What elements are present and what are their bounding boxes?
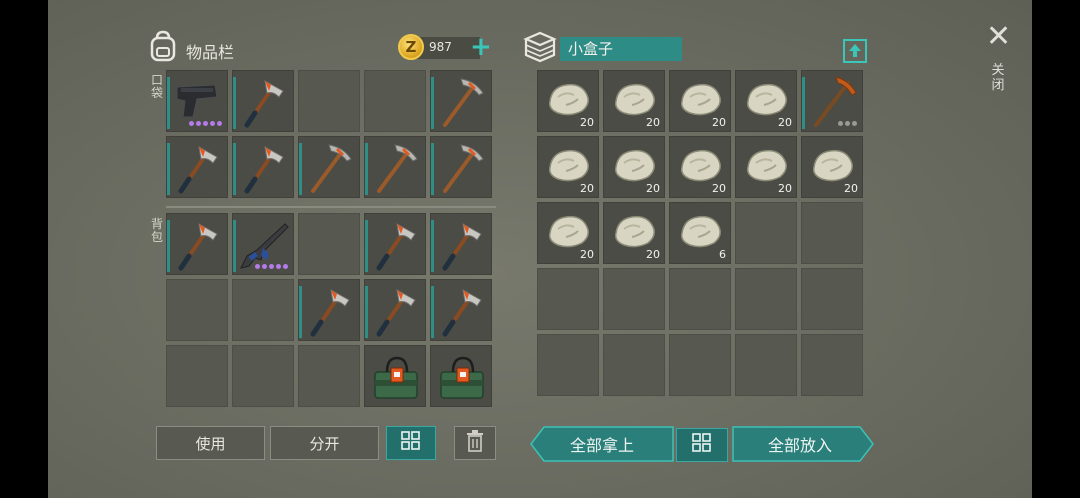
close-icon[interactable]: ✕ [986, 22, 1011, 52]
backpack-slot[interactable] [232, 213, 294, 275]
item-quantity: 20 [778, 116, 792, 129]
trash-button[interactable] [454, 426, 496, 460]
box-slot[interactable]: 20 [669, 136, 731, 198]
box-slot[interactable] [537, 268, 599, 330]
upload-icon[interactable] [842, 38, 868, 68]
box-sort-button[interactable] [676, 428, 728, 462]
use-button[interactable]: 使用 [156, 426, 265, 460]
box-slot[interactable] [735, 268, 797, 330]
box-slot[interactable]: 20 [603, 70, 665, 132]
pocket-label: 口袋 [150, 73, 163, 100]
item-quantity: 20 [580, 248, 594, 261]
pocket-slot[interactable] [166, 136, 228, 198]
pocket-slot[interactable] [166, 70, 228, 132]
item-quantity: 20 [580, 182, 594, 195]
item-quantity: 20 [646, 116, 660, 129]
grid-icon [692, 433, 712, 457]
box-slot[interactable] [735, 334, 797, 396]
backpack-slot[interactable] [232, 279, 294, 341]
box-slot[interactable] [735, 202, 797, 264]
box-slot[interactable]: 20 [603, 136, 665, 198]
pocket-slot[interactable] [430, 136, 492, 198]
container-name-field[interactable]: 小盒子 [560, 37, 682, 61]
trash-icon [466, 430, 484, 456]
box-slot[interactable] [669, 334, 731, 396]
pocket-slot[interactable] [298, 136, 360, 198]
right-letterbox [1032, 0, 1080, 498]
close-label[interactable]: 关闭 [990, 63, 1006, 93]
backpack-slot[interactable] [430, 279, 492, 341]
item-quantity: 20 [712, 182, 726, 195]
box-slot[interactable] [801, 70, 863, 132]
box-slot[interactable]: 20 [735, 70, 797, 132]
pocket-slot[interactable] [298, 70, 360, 132]
backpack-slot[interactable] [298, 279, 360, 341]
box-slot[interactable] [603, 268, 665, 330]
item-quantity: 20 [712, 116, 726, 129]
coin-icon: Z [398, 34, 424, 60]
box-slot[interactable] [801, 268, 863, 330]
backpack-slot[interactable] [166, 279, 228, 341]
backpack-slot[interactable] [298, 213, 360, 275]
backpack-slot[interactable] [364, 279, 426, 341]
box-slot[interactable] [801, 202, 863, 264]
put-all-label: 全部放入 [767, 436, 832, 455]
box-slot[interactable]: 20 [537, 202, 599, 264]
rarity-dots [255, 264, 288, 269]
coin-count: 987 [429, 40, 452, 54]
backpack-slot[interactable] [298, 345, 360, 407]
backpack-slot[interactable] [166, 345, 228, 407]
sort-grid-button[interactable] [386, 426, 436, 460]
backpack-slot[interactable] [364, 345, 426, 407]
take-all-label: 全部拿上 [569, 436, 634, 455]
item-quantity: 20 [778, 182, 792, 195]
box-slot[interactable]: 20 [537, 136, 599, 198]
add-coins-button[interactable]: + [470, 34, 492, 60]
backpack-icon [148, 30, 178, 66]
inventory-title: 物品栏 [186, 43, 235, 62]
box-slot[interactable]: 20 [603, 202, 665, 264]
item-quantity: 20 [844, 182, 858, 195]
pocket-slot[interactable] [232, 70, 294, 132]
box-slot[interactable] [537, 334, 599, 396]
box-slot[interactable] [669, 268, 731, 330]
backpack-label: 背包 [150, 217, 163, 244]
grid-icon [401, 431, 421, 455]
box-slot[interactable]: 20 [537, 70, 599, 132]
inventory-panel: 物品栏 Z 987 + 小盒子 ✕ 关闭 口袋 背包 20 20 20 20 2… [48, 0, 1032, 498]
item-quantity: 6 [719, 248, 726, 261]
item-quantity: 20 [580, 116, 594, 129]
item-quantity: 20 [646, 182, 660, 195]
pocket-slot[interactable] [364, 136, 426, 198]
split-button[interactable]: 分开 [270, 426, 379, 460]
backpack-slot[interactable] [364, 213, 426, 275]
left-letterbox [0, 0, 48, 498]
pocket-slot[interactable] [364, 70, 426, 132]
box-slot[interactable]: 6 [669, 202, 731, 264]
box-slot[interactable] [603, 334, 665, 396]
box-slot[interactable] [801, 334, 863, 396]
box-icon [522, 30, 558, 68]
box-slot[interactable]: 20 [801, 136, 863, 198]
section-divider [166, 206, 496, 208]
backpack-slot[interactable] [430, 213, 492, 275]
box-slot[interactable]: 20 [735, 136, 797, 198]
pocket-slot[interactable] [430, 70, 492, 132]
rarity-dots [189, 121, 222, 126]
durability-dots [838, 121, 857, 126]
box-slot[interactable]: 20 [669, 70, 731, 132]
backpack-slot[interactable] [430, 345, 492, 407]
backpack-slot[interactable] [166, 213, 228, 275]
item-quantity: 20 [646, 248, 660, 261]
pocket-slot[interactable] [232, 136, 294, 198]
backpack-slot[interactable] [232, 345, 294, 407]
